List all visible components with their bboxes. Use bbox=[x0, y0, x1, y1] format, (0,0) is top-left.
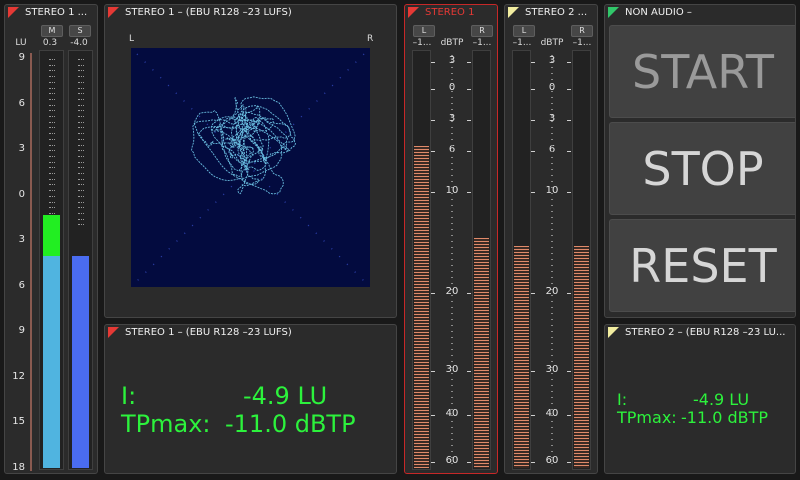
lu-scale-tick: 0 bbox=[18, 188, 25, 200]
short-term-value: -4.0 bbox=[70, 38, 88, 48]
lu-scale-tick: 12 bbox=[12, 370, 25, 382]
integrated-value: -4.9 LU bbox=[243, 382, 328, 410]
left-peak-value: –1... bbox=[412, 38, 432, 48]
panel-title: STEREO 1 – (EBU R128 –23 LUFS) bbox=[125, 327, 292, 338]
right-channel-button[interactable]: R bbox=[571, 25, 593, 37]
integrated-label: I: bbox=[617, 390, 628, 409]
panel-title: STEREO 1 ... bbox=[25, 7, 88, 18]
true-peak-value: -11.0 dBTP bbox=[225, 410, 356, 438]
short-term-track bbox=[68, 50, 93, 470]
integrated-label: I: bbox=[121, 382, 137, 410]
lu-scale-tick: 9 bbox=[18, 52, 25, 63]
right-channel-button[interactable]: R bbox=[471, 25, 493, 37]
lu-scale-tick: 15 bbox=[12, 416, 25, 427]
momentary-button[interactable]: M bbox=[41, 25, 63, 37]
stop-button[interactable]: STOP bbox=[609, 122, 795, 215]
vectorscope-display bbox=[131, 48, 370, 287]
loudness-readout-panel-1[interactable]: STEREO 1 – (EBU R128 –23 LUFS) I: -4.9 L… bbox=[104, 324, 397, 474]
momentary-value: 0.3 bbox=[42, 38, 58, 48]
right-peak-value: –1... bbox=[572, 38, 592, 48]
transport-control-panel: NON AUDIO – START STOP RESET bbox=[604, 4, 796, 318]
right-peak-value: –1... bbox=[472, 38, 492, 48]
right-level-bar bbox=[574, 246, 589, 468]
panel-title: STEREO 1 – (EBU R128 –23 LUFS) bbox=[125, 7, 292, 18]
lu-scale-tick: 3 bbox=[18, 143, 25, 154]
left-channel-track bbox=[512, 50, 531, 470]
true-peak-meter-panel-2[interactable]: STEREO 2 ... L R –1... dBTP –1... 303610… bbox=[504, 4, 598, 474]
reset-button[interactable]: RESET bbox=[609, 219, 795, 312]
true-peak-meter-panel-1[interactable]: STEREO 1 L R –1... dBTP –1... 3036102030… bbox=[404, 4, 498, 474]
true-peak-value: -11.0 dBTP bbox=[681, 408, 769, 427]
left-channel-button[interactable]: L bbox=[513, 25, 535, 37]
loudness-readout-panel-2[interactable]: STEREO 2 – (EBU R128 –23 LU... I: -4.9 L… bbox=[604, 324, 796, 474]
left-channel-track bbox=[412, 50, 431, 470]
lu-scale-tick: 3 bbox=[18, 234, 25, 245]
lu-scale-tick: 18 bbox=[12, 461, 25, 473]
integrated-value: -4.9 LU bbox=[693, 390, 750, 409]
left-channel-button[interactable]: L bbox=[413, 25, 435, 37]
lu-meter-panel[interactable]: STEREO 1 ... LU M S 0.3 -4.0 9 6 3 0 3 6 9 12 15… bbox=[4, 4, 98, 474]
unit-label: LU bbox=[15, 38, 27, 48]
right-level-bar bbox=[474, 238, 489, 468]
true-peak-label: TPmax: bbox=[121, 410, 211, 438]
momentary-peak-bar bbox=[43, 215, 60, 256]
unit-label: dBTP bbox=[440, 38, 464, 48]
lu-scale-tick: 6 bbox=[18, 279, 25, 291]
panel-title: STEREO 1 bbox=[425, 7, 475, 18]
true-peak-label: TPmax: bbox=[617, 408, 677, 427]
unit-label: dBTP bbox=[540, 38, 564, 48]
lu-scale-tick: 9 bbox=[18, 325, 25, 336]
right-channel-track bbox=[572, 50, 591, 470]
left-level-bar bbox=[514, 246, 529, 468]
panel-title: STEREO 2 – (EBU R128 –23 LU... bbox=[625, 327, 786, 338]
lu-scale-tick: 6 bbox=[18, 97, 25, 109]
start-button[interactable]: START bbox=[609, 25, 795, 118]
short-term-level-bar bbox=[72, 255, 89, 468]
left-level-bar bbox=[414, 146, 429, 468]
panel-title: NON AUDIO – bbox=[625, 7, 692, 18]
vectorscope-panel[interactable]: STEREO 1 – (EBU R128 –23 LUFS) L R bbox=[104, 4, 397, 318]
panel-title: STEREO 2 ... bbox=[525, 7, 588, 18]
lu-scale-rail bbox=[30, 53, 32, 471]
short-term-button[interactable]: S bbox=[69, 25, 91, 37]
momentary-track bbox=[39, 50, 64, 470]
right-channel-label: R bbox=[367, 34, 374, 44]
right-channel-track bbox=[472, 50, 491, 470]
left-channel-label: L bbox=[129, 34, 135, 44]
momentary-level-bar bbox=[43, 255, 60, 468]
left-peak-value: –1... bbox=[512, 38, 532, 48]
